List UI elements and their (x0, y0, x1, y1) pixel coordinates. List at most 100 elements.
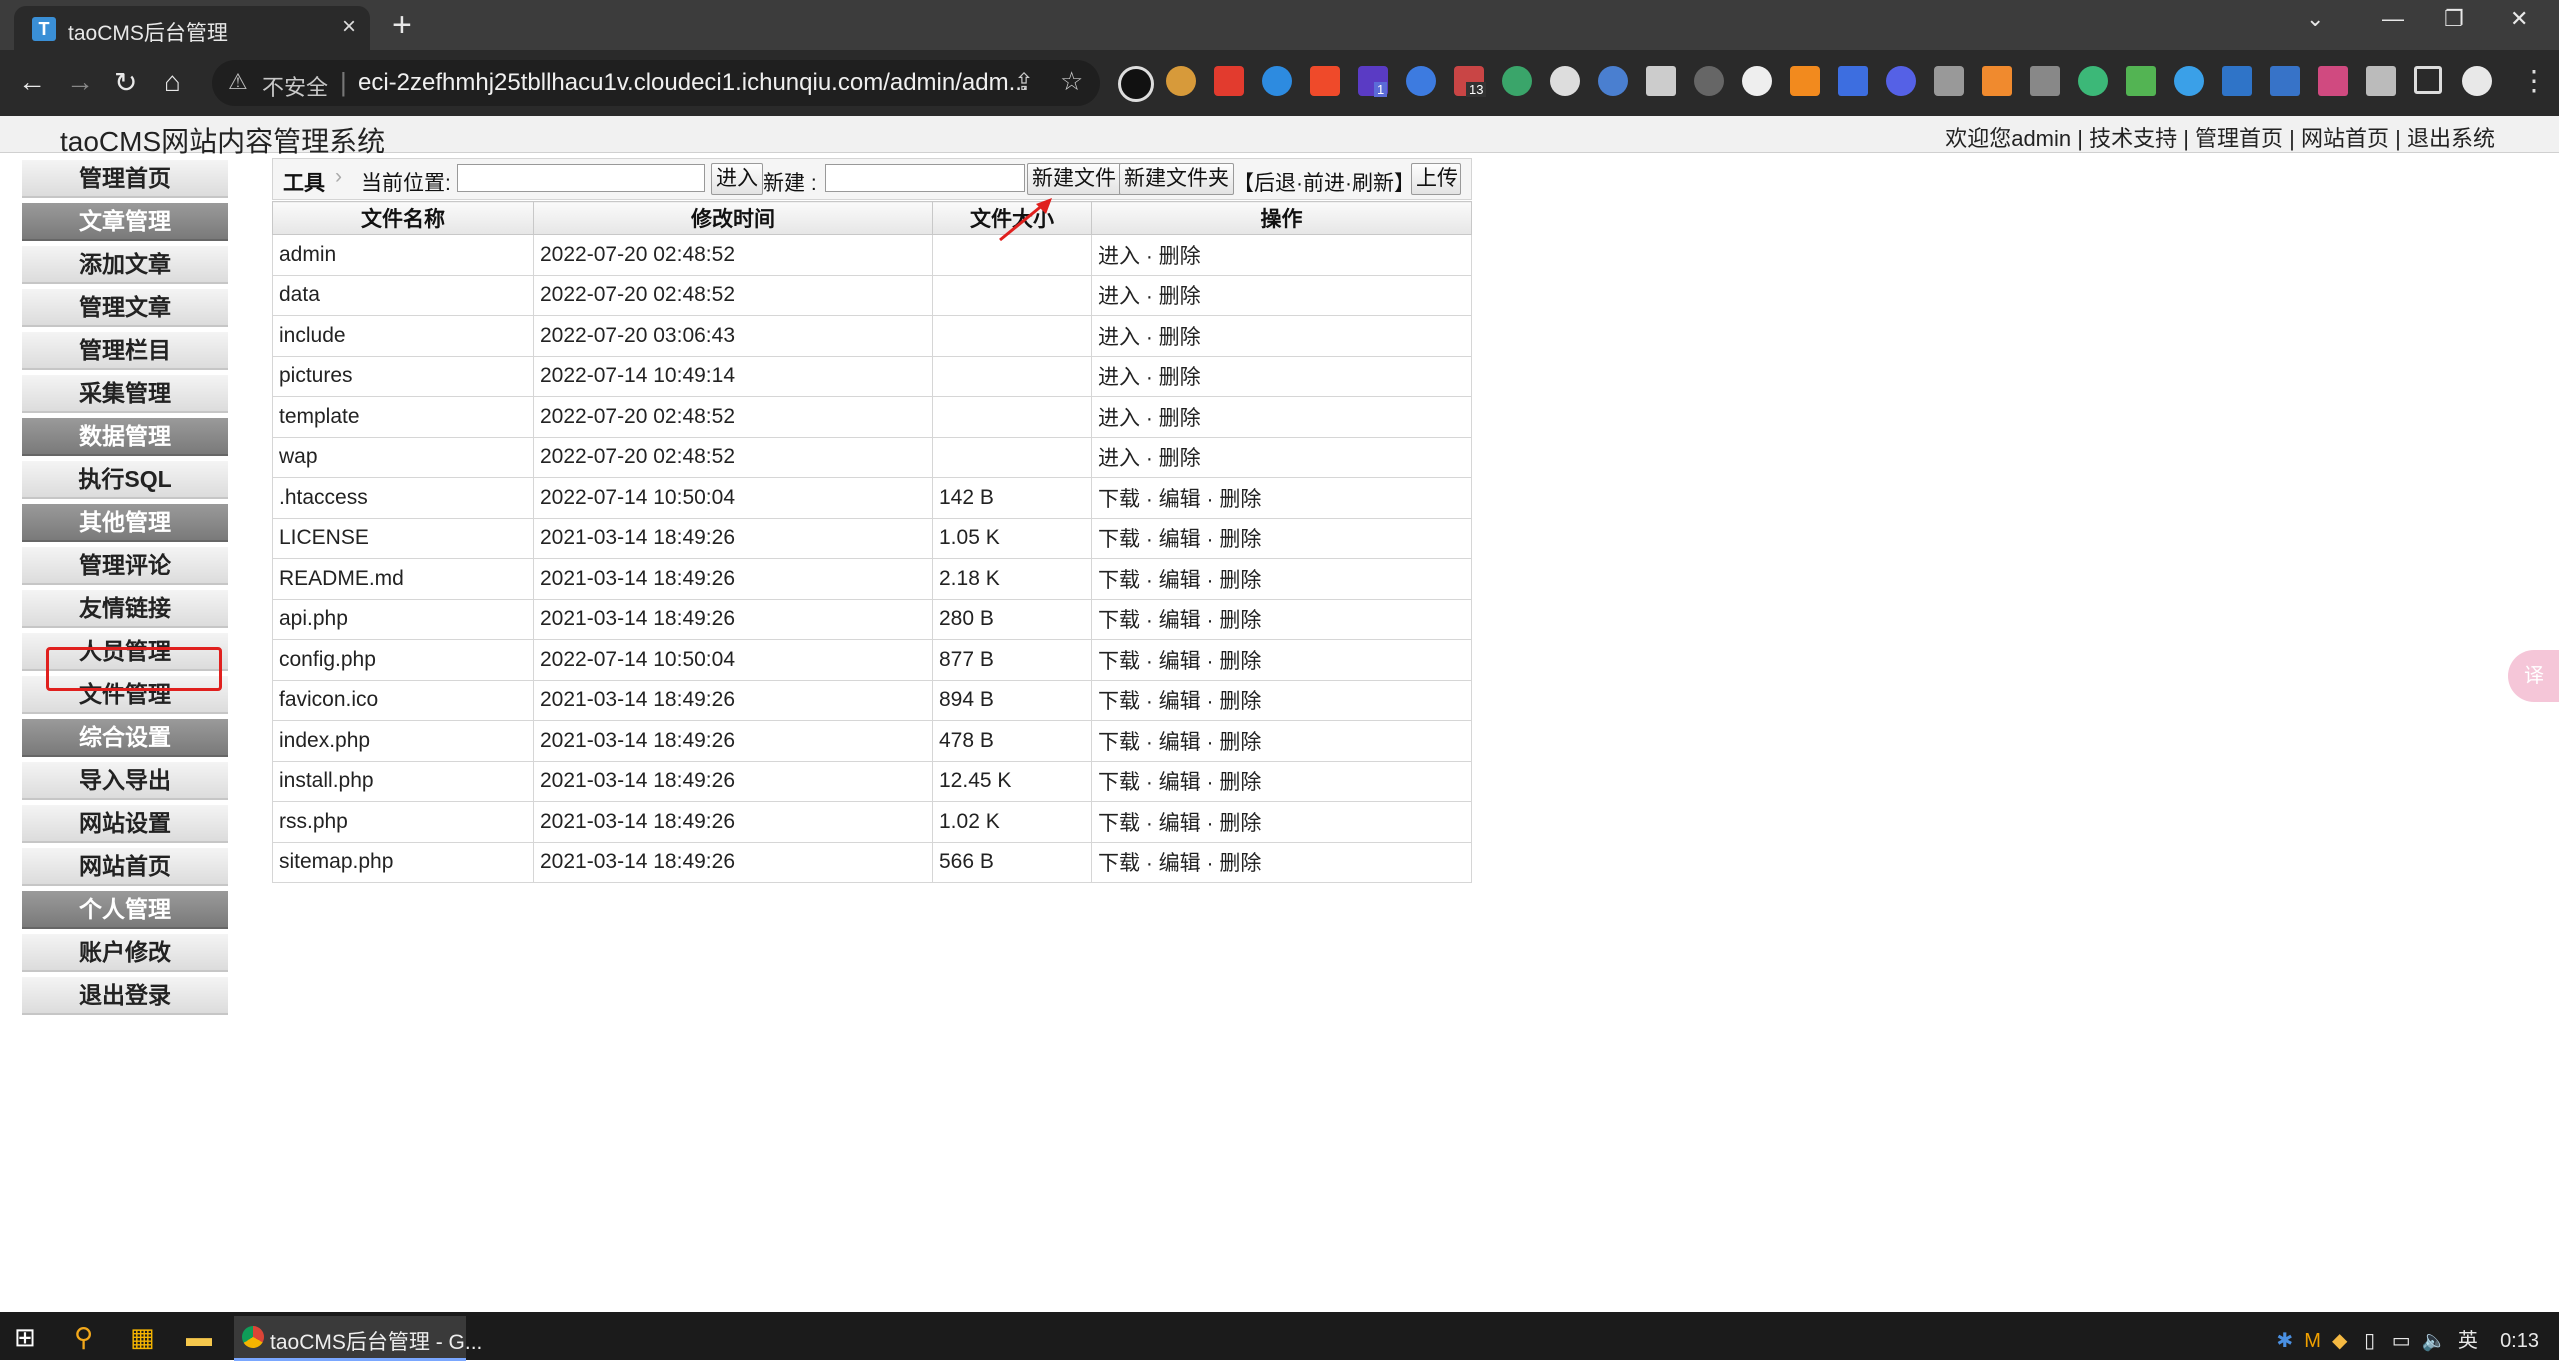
operations-cell[interactable]: 进入 · 删除 (1091, 315, 1472, 357)
windows-start-icon[interactable]: ⊞ (14, 1322, 36, 1353)
browser-tab[interactable]: T taoCMS后台管理 × (14, 6, 370, 50)
file-name-cell[interactable]: admin (272, 234, 534, 276)
sidebar-item-manage-columns[interactable]: 管理栏目 (22, 332, 228, 370)
address-bar[interactable]: ⚠ 不安全 | eci-2zefhmhj25tbllhacu1v.cloudec… (212, 60, 1100, 106)
extension-icon[interactable] (2270, 66, 2300, 96)
globe-extension-icon[interactable] (1502, 66, 1532, 96)
tech-support-link[interactable]: 技术支持 (2089, 126, 2177, 151)
file-name-cell[interactable]: pictures (272, 355, 534, 397)
extension-icon[interactable] (1406, 66, 1436, 96)
extension-icon[interactable] (1262, 66, 1292, 96)
operations-cell[interactable]: 进入 · 删除 (1091, 234, 1472, 276)
file-name-cell[interactable]: .htaccess (272, 477, 534, 519)
file-name-cell[interactable]: api.php (272, 598, 534, 640)
operations-cell[interactable]: 进入 · 删除 (1091, 274, 1472, 316)
store-icon[interactable]: ▦ (130, 1322, 155, 1353)
file-name-cell[interactable]: sitemap.php (272, 841, 534, 883)
volume-icon[interactable]: 🔈 (2422, 1330, 2447, 1352)
new-name-input[interactable] (825, 164, 1025, 192)
url-text[interactable]: eci-2zefhmhj25tbllhacu1v.cloudeci1.ichun… (358, 69, 1029, 97)
forward-icon[interactable]: → (66, 66, 94, 98)
operations-cell[interactable]: 下载 · 编辑 · 删除 (1091, 598, 1472, 640)
extension-icon[interactable] (2126, 66, 2156, 96)
file-name-cell[interactable]: LICENSE (272, 517, 534, 559)
extension-icon[interactable] (2078, 66, 2108, 96)
enter-button[interactable]: 进入 (711, 163, 763, 195)
operations-cell[interactable]: 进入 · 删除 (1091, 355, 1472, 397)
extension-icon[interactable] (1646, 66, 1676, 96)
extension-icon[interactable]: 1 (1358, 66, 1388, 97)
operations-cell[interactable]: 下载 · 编辑 · 删除 (1091, 517, 1472, 559)
reload-icon[interactable]: ↻ (114, 66, 137, 99)
sidebar-item-account[interactable]: 账户修改 (22, 934, 228, 972)
clock[interactable]: 0:13 (2500, 1330, 2539, 1352)
cookie-extension-icon[interactable] (1166, 66, 1196, 96)
file-name-cell[interactable]: template (272, 396, 534, 438)
file-name-cell[interactable]: install.php (272, 760, 534, 802)
translate-float-icon[interactable]: 译 (2508, 650, 2559, 702)
operations-cell[interactable]: 下载 · 编辑 · 删除 (1091, 639, 1472, 681)
sidebar-item-manage-articles[interactable]: 管理文章 (22, 289, 228, 327)
file-name-cell[interactable]: favicon.ico (272, 679, 534, 721)
ime-indicator[interactable]: 英 (2458, 1330, 2478, 1352)
operations-cell[interactable]: 下载 · 编辑 · 删除 (1091, 477, 1472, 519)
translate-extension-icon[interactable] (1310, 66, 1340, 96)
minimize-icon[interactable]: — (2382, 6, 2404, 32)
file-name-cell[interactable]: wap (272, 436, 534, 478)
tab-close-icon[interactable]: × (342, 13, 356, 41)
sidebar-item-site-settings[interactable]: 网站设置 (22, 805, 228, 843)
browser-menu-icon[interactable]: ⋮ (2520, 64, 2548, 97)
admin-home-link[interactable]: 管理首页 (2195, 126, 2283, 151)
network-icon[interactable]: ▭ (2392, 1330, 2411, 1352)
back-icon[interactable]: ← (18, 66, 46, 98)
ip-extension-icon[interactable] (1550, 66, 1580, 96)
operations-cell[interactable]: 进入 · 删除 (1091, 436, 1472, 478)
new-tab-button[interactable]: + (392, 6, 412, 45)
extension-icon[interactable] (1694, 66, 1724, 96)
new-file-button[interactable]: 新建文件 (1027, 163, 1121, 195)
sidebar-item-comments[interactable]: 管理评论 (22, 547, 228, 585)
extension-icon[interactable] (1982, 66, 2012, 96)
operations-cell[interactable]: 下载 · 编辑 · 删除 (1091, 801, 1472, 843)
sidebar-item-execute-sql[interactable]: 执行SQL (22, 461, 228, 499)
extension-icon[interactable] (1598, 66, 1628, 96)
bookmark-star-icon[interactable]: ☆ (1060, 66, 1083, 97)
extension-icon[interactable] (1838, 66, 1868, 96)
file-name-cell[interactable]: README.md (272, 558, 534, 600)
extension-icon[interactable] (2174, 66, 2204, 96)
sidebar-item-friend-links[interactable]: 友情链接 (22, 590, 228, 628)
history-nav-links[interactable]: 【后退·前进·刷新】 (1233, 167, 1415, 197)
file-name-cell[interactable]: config.php (272, 639, 534, 681)
sidebar-item-collection[interactable]: 采集管理 (22, 375, 228, 413)
location-input[interactable] (457, 164, 705, 192)
operations-cell[interactable]: 进入 · 删除 (1091, 396, 1472, 438)
search-icon[interactable]: ⚲ (74, 1322, 93, 1353)
mail-icon[interactable]: M (2304, 1330, 2321, 1352)
operations-cell[interactable]: 下载 · 编辑 · 删除 (1091, 760, 1472, 802)
sidebar-item-admin-home[interactable]: 管理首页 (22, 160, 228, 198)
home-icon[interactable]: ⌂ (164, 66, 181, 98)
restore-icon[interactable]: ❐ (2444, 6, 2464, 32)
close-window-icon[interactable]: ✕ (2510, 6, 2528, 32)
share-icon[interactable]: ⇪ (1014, 68, 1034, 97)
ninja-extension-icon[interactable] (1742, 66, 1772, 96)
antivirus-icon[interactable]: ◆ (2332, 1330, 2347, 1352)
extension-icon[interactable] (2318, 66, 2348, 96)
side-panel-icon[interactable] (2414, 66, 2442, 94)
operations-cell[interactable]: 下载 · 编辑 · 删除 (1091, 841, 1472, 883)
file-explorer-icon[interactable]: ▬ (186, 1322, 212, 1353)
extension-icon[interactable] (1886, 66, 1916, 96)
extension-icon[interactable] (1214, 66, 1244, 96)
sidebar-item-site-home[interactable]: 网站首页 (22, 848, 228, 886)
logout-link[interactable]: 退出系统 (2407, 126, 2495, 151)
new-folder-button[interactable]: 新建文件夹 (1119, 163, 1234, 195)
site-home-link[interactable]: 网站首页 (2301, 126, 2389, 151)
extension-icon[interactable] (1934, 66, 1964, 96)
extension-icon[interactable]: 13 (1454, 66, 1487, 97)
bluetooth-icon[interactable]: ✱ (2276, 1330, 2293, 1352)
file-name-cell[interactable]: rss.php (272, 801, 534, 843)
operations-cell[interactable]: 下载 · 编辑 · 删除 (1091, 720, 1472, 762)
operations-cell[interactable]: 下载 · 编辑 · 删除 (1091, 679, 1472, 721)
taskbar-chrome-app[interactable]: taoCMS后台管理 - G... (234, 1316, 482, 1361)
sidebar-item-add-article[interactable]: 添加文章 (22, 246, 228, 284)
